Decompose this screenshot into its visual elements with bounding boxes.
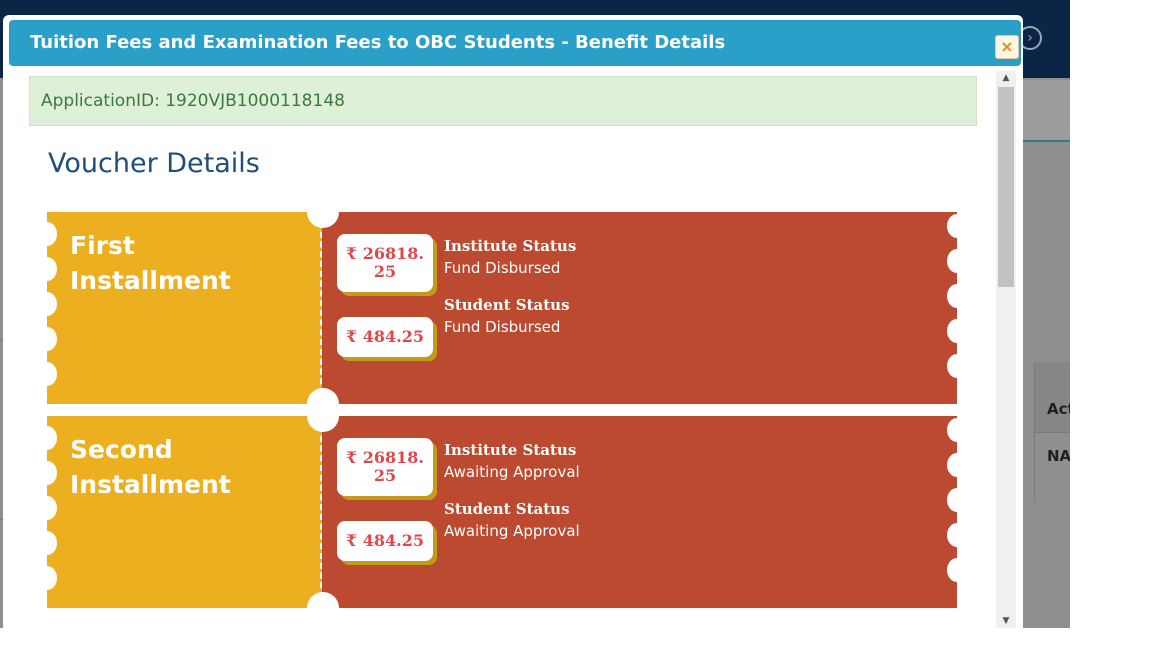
voucher-stub: First Installment xyxy=(47,212,322,404)
voucher-details-title: Voucher Details xyxy=(48,148,260,179)
student-amount-chip: ₹ 484.25 xyxy=(337,521,433,561)
modal-header: Tuition Fees and Examination Fees to OBC… xyxy=(9,20,1021,66)
scroll-down-arrow-icon[interactable]: ▼ xyxy=(996,614,1016,628)
student-amount: ₹ 484.25 xyxy=(346,531,424,550)
ticket-scallop xyxy=(947,284,967,308)
modal-title: Tuition Fees and Examination Fees to OBC… xyxy=(30,32,726,53)
background-tab-bar xyxy=(1022,80,1070,142)
ticket-scallop xyxy=(37,257,57,281)
student-amount-chip: ₹ 484.25 xyxy=(337,317,433,357)
institute-status: Fund Disbursed xyxy=(444,259,561,277)
ticket-scallop xyxy=(947,319,967,343)
ticket-scallop xyxy=(947,418,967,442)
application-id: ApplicationID: 1920VJB1000118148 xyxy=(41,91,345,111)
close-icon: × xyxy=(1000,37,1014,56)
background-table-header-label: Act xyxy=(1047,400,1070,418)
ticket-scallop xyxy=(947,453,967,477)
institute-amount-chip: ₹ 26818.25 xyxy=(337,234,433,292)
installment-title-line2: Installment xyxy=(70,470,231,499)
ticket-scallop xyxy=(37,461,57,485)
institute-amount: ₹ 26818.25 xyxy=(346,448,424,485)
installment-title-line1: First xyxy=(70,231,135,260)
ticket-scallop xyxy=(947,249,967,273)
ticket-scallop xyxy=(37,327,57,351)
voucher-second-installment: Second Installment ₹ 26818.25 ₹ 484.25 I… xyxy=(37,400,967,624)
student-status-label: Student Status xyxy=(444,296,570,314)
perforation-line xyxy=(320,222,322,394)
student-status-label: Student Status xyxy=(444,500,570,518)
ticket-scallop xyxy=(947,214,967,238)
ticket-scallop xyxy=(37,426,57,450)
ticket-notch xyxy=(307,400,339,432)
modal-scrollbar[interactable]: ▲ ▼ xyxy=(996,71,1016,628)
scroll-up-arrow-icon[interactable]: ▲ xyxy=(996,71,1016,85)
ticket-scallop xyxy=(37,222,57,246)
ticket-scallop xyxy=(947,354,967,378)
installment-title: Second Installment xyxy=(70,432,231,502)
scrollbar-thumb[interactable] xyxy=(998,87,1014,287)
institute-status: Awaiting Approval xyxy=(444,463,580,481)
student-amount: ₹ 484.25 xyxy=(346,327,424,346)
benefit-details-modal: Tuition Fees and Examination Fees to OBC… xyxy=(3,15,1023,628)
voucher-stub: Second Installment xyxy=(47,416,322,608)
voucher-first-installment: First Installment ₹ 26818.25 ₹ 484.25 In… xyxy=(37,196,967,420)
ticket-scallop xyxy=(947,558,967,582)
installment-title-line2: Installment xyxy=(70,266,231,295)
ticket-scallop xyxy=(37,362,57,386)
background-table-cell: NA xyxy=(1034,432,1070,502)
ticket-notch xyxy=(307,196,339,228)
ticket-scallop xyxy=(947,523,967,547)
application-id-alert: ApplicationID: 1920VJB1000118148 xyxy=(29,76,977,126)
ticket-scallop xyxy=(37,292,57,316)
ticket-scallop xyxy=(947,488,967,512)
ticket-notch xyxy=(307,592,339,624)
institute-status-label: Institute Status xyxy=(444,441,577,459)
ticket-scallop xyxy=(37,531,57,555)
ticket-scallop xyxy=(37,496,57,520)
institute-amount-chip: ₹ 26818.25 xyxy=(337,438,433,496)
close-button[interactable]: × xyxy=(995,35,1019,59)
installment-title-line1: Second xyxy=(70,435,173,464)
student-status: Fund Disbursed xyxy=(444,318,561,336)
institute-amount: ₹ 26818.25 xyxy=(346,244,424,281)
background-table-cell-value: NA xyxy=(1047,447,1070,465)
perforation-line xyxy=(320,426,322,598)
modal-body: ApplicationID: 1920VJB1000118148 Voucher… xyxy=(3,71,996,628)
installment-title: First Installment xyxy=(70,228,231,298)
student-status: Awaiting Approval xyxy=(444,522,580,540)
background-table-header: Act xyxy=(1034,362,1070,432)
institute-status-label: Institute Status xyxy=(444,237,577,255)
ticket-scallop xyxy=(37,566,57,590)
